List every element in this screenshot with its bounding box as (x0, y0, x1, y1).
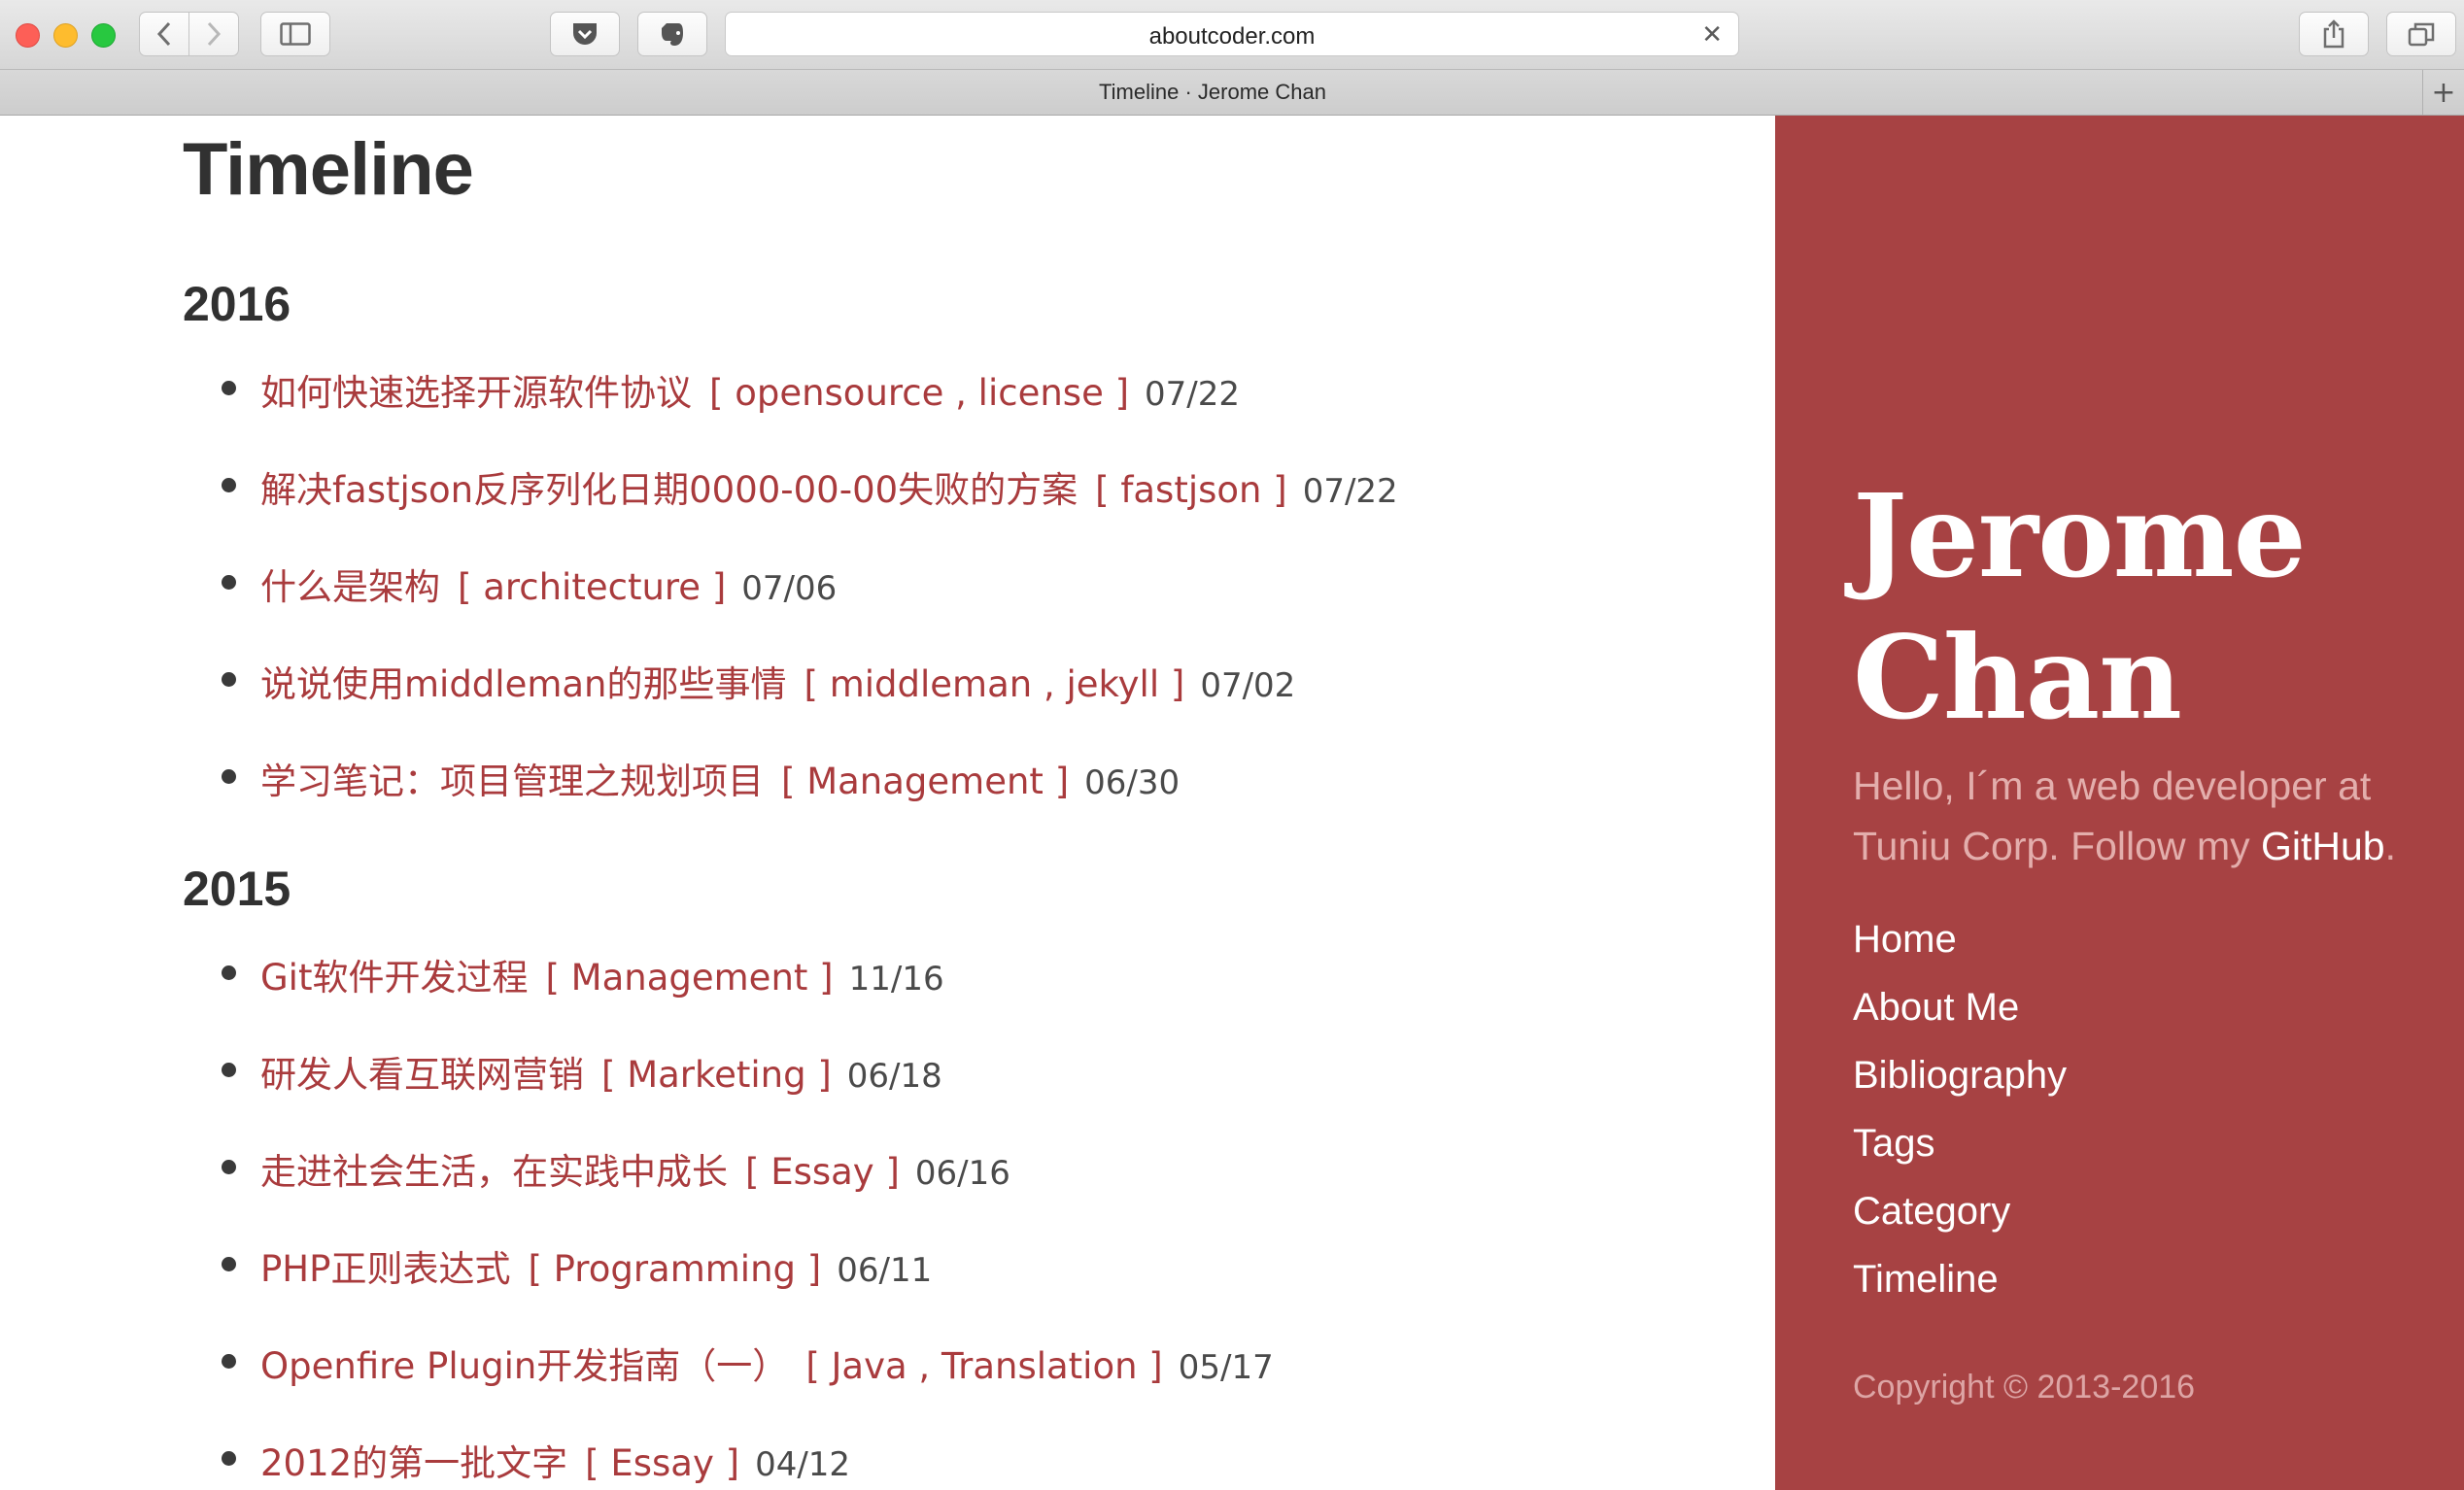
post-tags[interactable]: [ Management ] (545, 957, 833, 999)
bullet (222, 672, 236, 687)
clear-icon[interactable]: ✕ (1701, 22, 1723, 48)
site-lead: Hello, I´m a web developer at Tuniu Corp… (1853, 756, 2436, 876)
back-button[interactable] (139, 12, 189, 56)
bullet (222, 575, 236, 590)
sidebar-item-home[interactable]: Home (1853, 918, 2067, 986)
sidebar-item-about-me[interactable]: About Me (1853, 986, 2067, 1054)
pocket-icon (573, 23, 597, 45)
sidebar-item-category[interactable]: Category (1853, 1190, 2067, 1258)
post-tags[interactable]: [ fastjson ] (1095, 469, 1287, 511)
sidebar-nav: Home About Me Bibliography Tags Category… (1853, 918, 2067, 1326)
bullet (222, 1354, 236, 1369)
forward-icon (207, 21, 222, 47)
post-link[interactable]: 学习笔记：项目管理之规划项目 (260, 761, 764, 802)
minimize-window-button[interactable] (53, 23, 78, 48)
post-date: 04/12 (755, 1445, 851, 1484)
post-tags[interactable]: [ Java , Translation ] (805, 1345, 1162, 1387)
post-date: 06/11 (837, 1251, 933, 1290)
post-tags[interactable]: [ Management ] (781, 761, 1069, 802)
copyright: Copyright © 2013-2016 (1853, 1369, 2196, 1405)
bullet (222, 769, 236, 784)
evernote-button[interactable] (637, 12, 707, 56)
post-link[interactable]: 走进社会生活，在实践中成长 (260, 1151, 728, 1193)
tab-bar: Timeline · Jerome Chan + (0, 70, 2464, 116)
post-link[interactable]: Openfire Plugin开发指南（一） (260, 1345, 788, 1387)
tab-active[interactable]: Timeline · Jerome Chan (0, 80, 2425, 105)
post-tags[interactable]: [ architecture ] (458, 566, 726, 608)
site-name-line1[interactable]: Jerome (1853, 468, 2307, 603)
post-link[interactable]: Git软件开发过程 (260, 957, 528, 999)
year-heading: 2015 (183, 862, 291, 916)
zoom-window-button[interactable] (91, 23, 116, 48)
bullet (222, 1257, 236, 1271)
sidebar-toggle-button[interactable] (260, 12, 330, 56)
post-tags[interactable]: [ Marketing ] (601, 1054, 832, 1096)
sidebar-item-tags[interactable]: Tags (1853, 1122, 2067, 1190)
post-date: 06/30 (1084, 763, 1181, 802)
post-tags[interactable]: [ Essay ] (745, 1151, 900, 1193)
github-link[interactable]: GitHub (2261, 824, 2385, 868)
bullet (222, 1160, 236, 1174)
post-date: 06/16 (914, 1154, 1010, 1193)
post-date: 06/18 (846, 1057, 942, 1096)
post-link[interactable]: 研发人看互联网营销 (260, 1054, 584, 1096)
share-button[interactable] (2299, 12, 2369, 56)
site-name-line2[interactable]: Chan (1853, 610, 2182, 745)
post-date: 11/16 (848, 960, 944, 999)
post-date: 07/22 (1302, 472, 1398, 511)
year-heading: 2016 (183, 277, 291, 331)
pocket-button[interactable] (550, 12, 620, 56)
post-link[interactable]: 2012的第一批文字 (260, 1442, 567, 1484)
post-date: 07/06 (741, 569, 838, 608)
address-text[interactable]: aboutcoder.com (726, 23, 1738, 51)
tabs-overview-icon (2408, 22, 2435, 47)
site-name[interactable]: Jerome Chan (1853, 465, 2307, 749)
forward-button[interactable] (188, 12, 239, 56)
sidebar: Jerome Chan Hello, I´m a web developer a… (1775, 116, 2464, 1490)
bullet (222, 478, 236, 492)
bullet (222, 1451, 236, 1466)
browser-toolbar: aboutcoder.com ✕ (0, 0, 2464, 70)
post-date: 07/22 (1145, 375, 1241, 414)
close-window-button[interactable] (16, 23, 40, 48)
sidebar-item-bibliography[interactable]: Bibliography (1853, 1054, 2067, 1122)
post-date: 07/02 (1200, 666, 1296, 705)
lead-end: . (2384, 824, 2397, 868)
new-tab-icon[interactable]: + (2422, 70, 2464, 115)
bullet (222, 965, 236, 980)
post-tags[interactable]: [ opensource , license ] (709, 372, 1129, 414)
post-tags[interactable]: [ Essay ] (585, 1442, 739, 1484)
sidebar-toggle-icon (280, 22, 311, 46)
bullet (222, 1063, 236, 1077)
back-icon (156, 21, 171, 47)
sidebar-item-timeline[interactable]: Timeline (1853, 1258, 2067, 1326)
post-link[interactable]: PHP正则表达式 (260, 1248, 510, 1290)
page-title: Timeline (183, 128, 474, 211)
post-tags[interactable]: [ Programming ] (528, 1248, 821, 1290)
address-bar[interactable]: aboutcoder.com ✕ (725, 12, 1739, 56)
bullet (222, 381, 236, 395)
post-tags[interactable]: [ middleman , jekyll ] (804, 663, 1185, 705)
main-content: Timeline 2016 如何快速选择开源软件协议 [ opensource ,… (0, 116, 1775, 1490)
tabs-overview-button[interactable] (2386, 12, 2456, 56)
evernote-icon (662, 23, 683, 46)
share-icon (2323, 19, 2344, 49)
post-link[interactable]: 解决fastjson反序列化日期0000-00-00失败的方案 (260, 469, 1078, 511)
post-date: 05/17 (1178, 1348, 1274, 1387)
post-link[interactable]: 什么是架构 (260, 566, 440, 608)
post-link[interactable]: 说说使用middleman的那些事情 (260, 663, 787, 705)
post-link[interactable]: 如何快速选择开源软件协议 (260, 372, 692, 414)
